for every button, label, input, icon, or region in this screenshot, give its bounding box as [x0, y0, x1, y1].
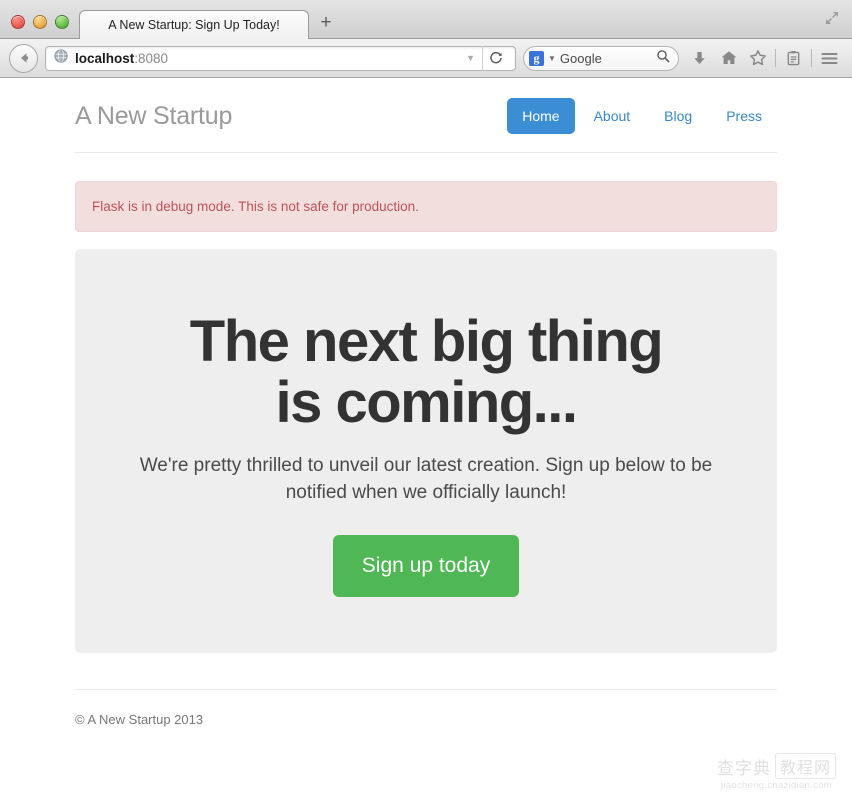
bookmark-star-icon[interactable]: [744, 45, 771, 72]
browser-toolbar: localhost:8080 ▼ g ▼ Google: [0, 39, 852, 78]
toolbar-divider: [775, 49, 776, 67]
debug-mode-alert: Flask is in debug mode. This is not safe…: [75, 181, 777, 232]
browser-tab[interactable]: A New Startup: Sign Up Today!: [79, 10, 309, 39]
address-bar-text: localhost:8080: [75, 51, 459, 66]
chevron-down-icon[interactable]: ▼: [548, 54, 556, 63]
watermark-logo-left: 查字典: [716, 758, 771, 778]
nav-item-press[interactable]: Press: [711, 98, 777, 134]
chevron-down-icon[interactable]: ▼: [466, 53, 475, 63]
nav-item-blog[interactable]: Blog: [649, 98, 707, 134]
alert-message: Flask is in debug mode. This is not safe…: [92, 199, 419, 214]
footer-copyright: © A New Startup 2013: [75, 711, 204, 727]
reading-list-icon[interactable]: [780, 45, 807, 72]
tab-strip: A New Startup: Sign Up Today! +: [0, 0, 852, 39]
page-container: A New Startup Home About Blog Press Flas…: [75, 78, 777, 727]
toolbar-divider: [811, 49, 812, 67]
sign-up-button[interactable]: Sign up today: [332, 534, 520, 597]
globe-icon: [54, 48, 68, 68]
search-engine-label: Google: [559, 50, 602, 66]
maximize-window-button[interactable]: [55, 15, 69, 29]
site-footer: © A New Startup 2013: [75, 688, 777, 727]
hamburger-menu-icon[interactable]: [816, 45, 843, 72]
url-port: :8080: [134, 50, 169, 66]
new-tab-label: +: [320, 12, 332, 33]
browser-window: A New Startup: Sign Up Today! + localhos…: [0, 0, 852, 801]
minimize-window-button[interactable]: [33, 15, 47, 29]
main-nav: Home About Blog Press: [507, 98, 777, 134]
back-arrow-icon[interactable]: [9, 43, 38, 73]
watermark-logo: 查字典 教程网: [717, 753, 836, 779]
url-host: localhost: [75, 50, 135, 66]
hero-title: The next big thing is coming...: [117, 311, 735, 434]
magnifier-icon[interactable]: [656, 49, 670, 68]
hero-title-line-1: The next big thing: [189, 309, 664, 374]
toolbar-icon-group: [686, 45, 843, 72]
google-icon: g: [529, 50, 544, 66]
search-bar[interactable]: g ▼ Google: [523, 45, 679, 71]
watermark: 查字典 教程网 jiaocheng.chazidian.com: [717, 753, 836, 791]
page-viewport: A New Startup Home About Blog Press Flas…: [0, 78, 852, 801]
hero-panel: The next big thing is coming... We're pr…: [75, 249, 777, 653]
reload-icon[interactable]: [482, 45, 509, 71]
download-icon[interactable]: [686, 45, 713, 72]
browser-tab-title: A New Startup: Sign Up Today!: [108, 18, 280, 32]
new-tab-button[interactable]: +: [309, 9, 343, 37]
watermark-logo-right: 教程网: [774, 753, 836, 779]
hero-subtitle: We're pretty thrilled to unveil our late…: [139, 454, 713, 504]
window-controls: [0, 15, 79, 38]
nav-item-about[interactable]: About: [579, 98, 646, 134]
close-window-button[interactable]: [11, 15, 25, 29]
address-bar[interactable]: localhost:8080 ▼: [45, 45, 516, 71]
expand-window-icon[interactable]: [824, 10, 840, 26]
site-header: A New Startup Home About Blog Press: [75, 98, 777, 153]
watermark-domain: jiaocheng.chazidian.com: [721, 780, 832, 791]
nav-item-home[interactable]: Home: [507, 98, 575, 134]
site-brand[interactable]: A New Startup: [75, 102, 232, 131]
home-icon[interactable]: [715, 45, 742, 72]
hero-title-line-2: is coming...: [275, 370, 578, 436]
